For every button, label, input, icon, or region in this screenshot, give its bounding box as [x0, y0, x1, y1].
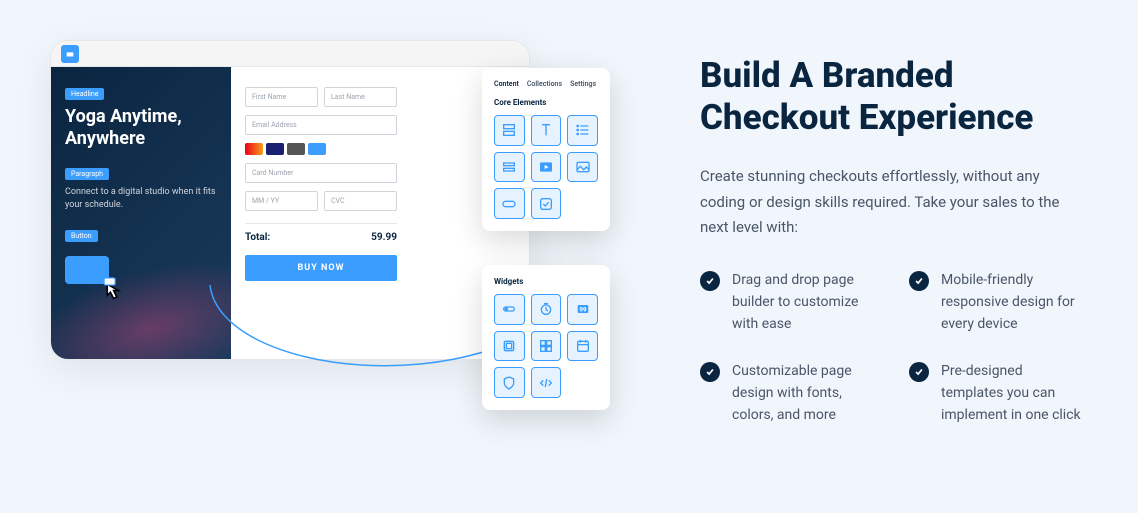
- last-name-input[interactable]: Last Name: [324, 87, 397, 107]
- widget-timer-icon[interactable]: [531, 294, 562, 325]
- marketing-copy-section: Build A Branded Checkout Experience Crea…: [600, 40, 1088, 473]
- total-value: 59.99: [371, 232, 397, 243]
- button-element-preview[interactable]: [65, 256, 109, 284]
- widget-cart-icon[interactable]: [494, 331, 525, 362]
- widgets-panel: Widgets 99: [482, 265, 610, 410]
- checkout-form-panel: First Name Last Name Email Address Card …: [231, 67, 411, 359]
- email-input[interactable]: Email Address: [245, 115, 397, 135]
- hero-title: Yoga Anytime, Anywhere: [65, 106, 217, 149]
- element-form-icon[interactable]: [494, 152, 525, 183]
- cursor-hand-icon: [93, 270, 131, 308]
- elements-panel: Content Collections Settings Core Elemen…: [482, 68, 610, 231]
- paypal-icon: [308, 143, 326, 155]
- widget-grid-icon[interactable]: [531, 331, 562, 362]
- element-check-icon[interactable]: [531, 188, 562, 219]
- amex-icon: [287, 143, 305, 155]
- feature-item: Mobile-friendly responsive design for ev…: [909, 269, 1088, 336]
- widget-calendar-icon[interactable]: [567, 331, 598, 362]
- first-name-input[interactable]: First Name: [245, 87, 318, 107]
- feature-text: Customizable page design with fonts, col…: [732, 360, 879, 427]
- feature-text: Pre-designed templates you can implement…: [941, 360, 1088, 427]
- core-elements-label: Core Elements: [494, 98, 598, 107]
- tab-content[interactable]: Content: [494, 80, 519, 88]
- element-text-icon[interactable]: [531, 115, 562, 146]
- check-icon: [700, 271, 720, 291]
- editor-mockup-container: Headline Yoga Anytime, Anywhere Paragrap…: [50, 40, 600, 473]
- expiry-input[interactable]: MM / YY: [245, 191, 318, 211]
- hero-preview-panel: Headline Yoga Anytime, Anywhere Paragrap…: [51, 67, 231, 359]
- paragraph-tag: Paragraph: [65, 168, 109, 180]
- cvc-input[interactable]: CVC: [324, 191, 397, 211]
- widget-toggle-icon[interactable]: [494, 294, 525, 325]
- element-image-icon[interactable]: [567, 152, 598, 183]
- feature-text: Mobile-friendly responsive design for ev…: [941, 269, 1088, 336]
- check-icon: [909, 362, 929, 382]
- feature-item: Drag and drop page builder to customize …: [700, 269, 879, 336]
- feature-item: Pre-designed templates you can implement…: [909, 360, 1088, 427]
- visa-icon: [266, 143, 284, 155]
- feature-item: Customizable page design with fonts, col…: [700, 360, 879, 427]
- app-logo-icon: [61, 45, 79, 63]
- payment-method-icons: [245, 143, 397, 155]
- page-description: Create stunning checkouts effortlessly, …: [700, 164, 1088, 241]
- element-list-icon[interactable]: [567, 115, 598, 146]
- editor-tabs: Content Collections Settings: [494, 80, 598, 88]
- widget-code-icon[interactable]: [531, 367, 562, 398]
- element-video-icon[interactable]: [531, 152, 562, 183]
- check-icon: [909, 271, 929, 291]
- tab-settings[interactable]: Settings: [570, 80, 596, 88]
- feature-text: Drag and drop page builder to customize …: [732, 269, 879, 336]
- element-button-icon[interactable]: [494, 188, 525, 219]
- widget-counter-icon[interactable]: 99: [567, 294, 598, 325]
- check-icon: [700, 362, 720, 382]
- button-tag: Button: [65, 230, 98, 242]
- device-frame: Headline Yoga Anytime, Anywhere Paragrap…: [50, 40, 530, 360]
- headline-tag: Headline: [65, 88, 104, 100]
- mastercard-icon: [245, 143, 263, 155]
- device-body: Headline Yoga Anytime, Anywhere Paragrap…: [51, 67, 529, 359]
- widgets-label: Widgets: [494, 277, 598, 286]
- device-header: [51, 41, 529, 67]
- widget-shield-icon[interactable]: [494, 367, 525, 398]
- card-number-input[interactable]: Card Number: [245, 163, 397, 183]
- tab-collections[interactable]: Collections: [527, 80, 562, 88]
- hero-subtitle: Connect to a digital studio when it fits…: [65, 186, 217, 211]
- element-section-icon[interactable]: [494, 115, 525, 146]
- total-row: Total: 59.99: [245, 223, 397, 243]
- page-heading: Build A Branded Checkout Experience: [700, 55, 1088, 139]
- svg-text:99: 99: [579, 307, 586, 314]
- total-label: Total:: [245, 232, 270, 243]
- buy-now-button[interactable]: BUY NOW: [245, 255, 397, 281]
- features-grid: Drag and drop page builder to customize …: [700, 269, 1088, 427]
